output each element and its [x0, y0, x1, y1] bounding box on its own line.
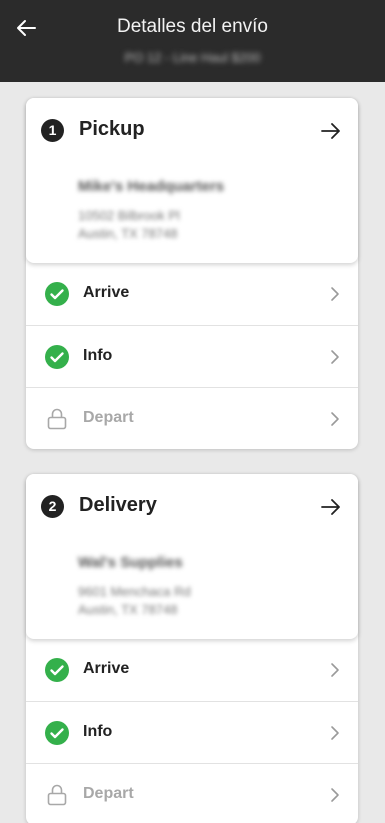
stop-number-badge: 1 — [41, 119, 64, 142]
check-circle-icon — [45, 345, 69, 369]
check-circle-icon — [45, 658, 69, 682]
navigate-button[interactable] — [318, 494, 344, 520]
row-label: Depart — [83, 409, 134, 426]
navigate-button[interactable] — [318, 118, 344, 144]
arrow-right-icon — [321, 123, 340, 139]
row-arrive[interactable]: Arrive — [26, 263, 358, 325]
stop-header-delivery[interactable]: 2 Delivery Wal's Supplies 9601 Menchaca … — [26, 474, 358, 639]
page-subtitle: PO 12 - Line Haul $200 — [124, 50, 261, 65]
row-label: Info — [83, 723, 113, 740]
chevron-right-icon — [331, 412, 339, 426]
chevron-right-icon — [331, 726, 339, 740]
chevron-right-icon — [331, 663, 339, 677]
address-line-1: 9601 Menchaca Rd — [78, 584, 191, 599]
arrow-right-icon — [321, 499, 340, 515]
row-info[interactable]: Info — [26, 701, 358, 763]
chevron-right-icon — [331, 788, 339, 802]
address-line-1: 10502 Bilbrook Pl — [78, 208, 180, 223]
lock-icon — [47, 784, 67, 806]
row-depart[interactable]: Depart — [26, 763, 358, 823]
page-title: Detalles del envío — [116, 16, 269, 37]
check-circle-icon — [45, 282, 69, 306]
lock-icon — [47, 408, 67, 430]
stop-title: Pickup — [79, 118, 145, 140]
stop-card-delivery: 2 Delivery Wal's Supplies 9601 Menchaca … — [26, 474, 358, 823]
stop-number-badge: 2 — [41, 495, 64, 518]
address-line-2: Austin, TX 78748 — [78, 602, 178, 617]
chevron-right-icon — [331, 287, 339, 301]
address-line-2: Austin, TX 78748 — [78, 226, 178, 241]
company-name: Wal's Supplies — [78, 554, 183, 571]
row-arrive[interactable]: Arrive — [26, 639, 358, 701]
row-label: Arrive — [83, 660, 130, 677]
company-name: Mike's Headquarters — [78, 178, 225, 195]
row-depart[interactable]: Depart — [26, 387, 358, 449]
stop-card-pickup: 1 Pickup Mike's Headquarters 10502 Bilbr… — [26, 98, 358, 449]
row-label: Info — [83, 347, 113, 364]
row-info[interactable]: Info — [26, 325, 358, 387]
stop-title: Delivery — [79, 494, 157, 516]
row-label: Arrive — [83, 284, 130, 301]
row-label: Depart — [83, 785, 134, 802]
chevron-right-icon — [331, 350, 339, 364]
stop-header-pickup[interactable]: 1 Pickup Mike's Headquarters 10502 Bilbr… — [26, 98, 358, 263]
app-header: Detalles del envío PO 12 - Line Haul $20… — [0, 0, 385, 82]
check-circle-icon — [45, 721, 69, 745]
